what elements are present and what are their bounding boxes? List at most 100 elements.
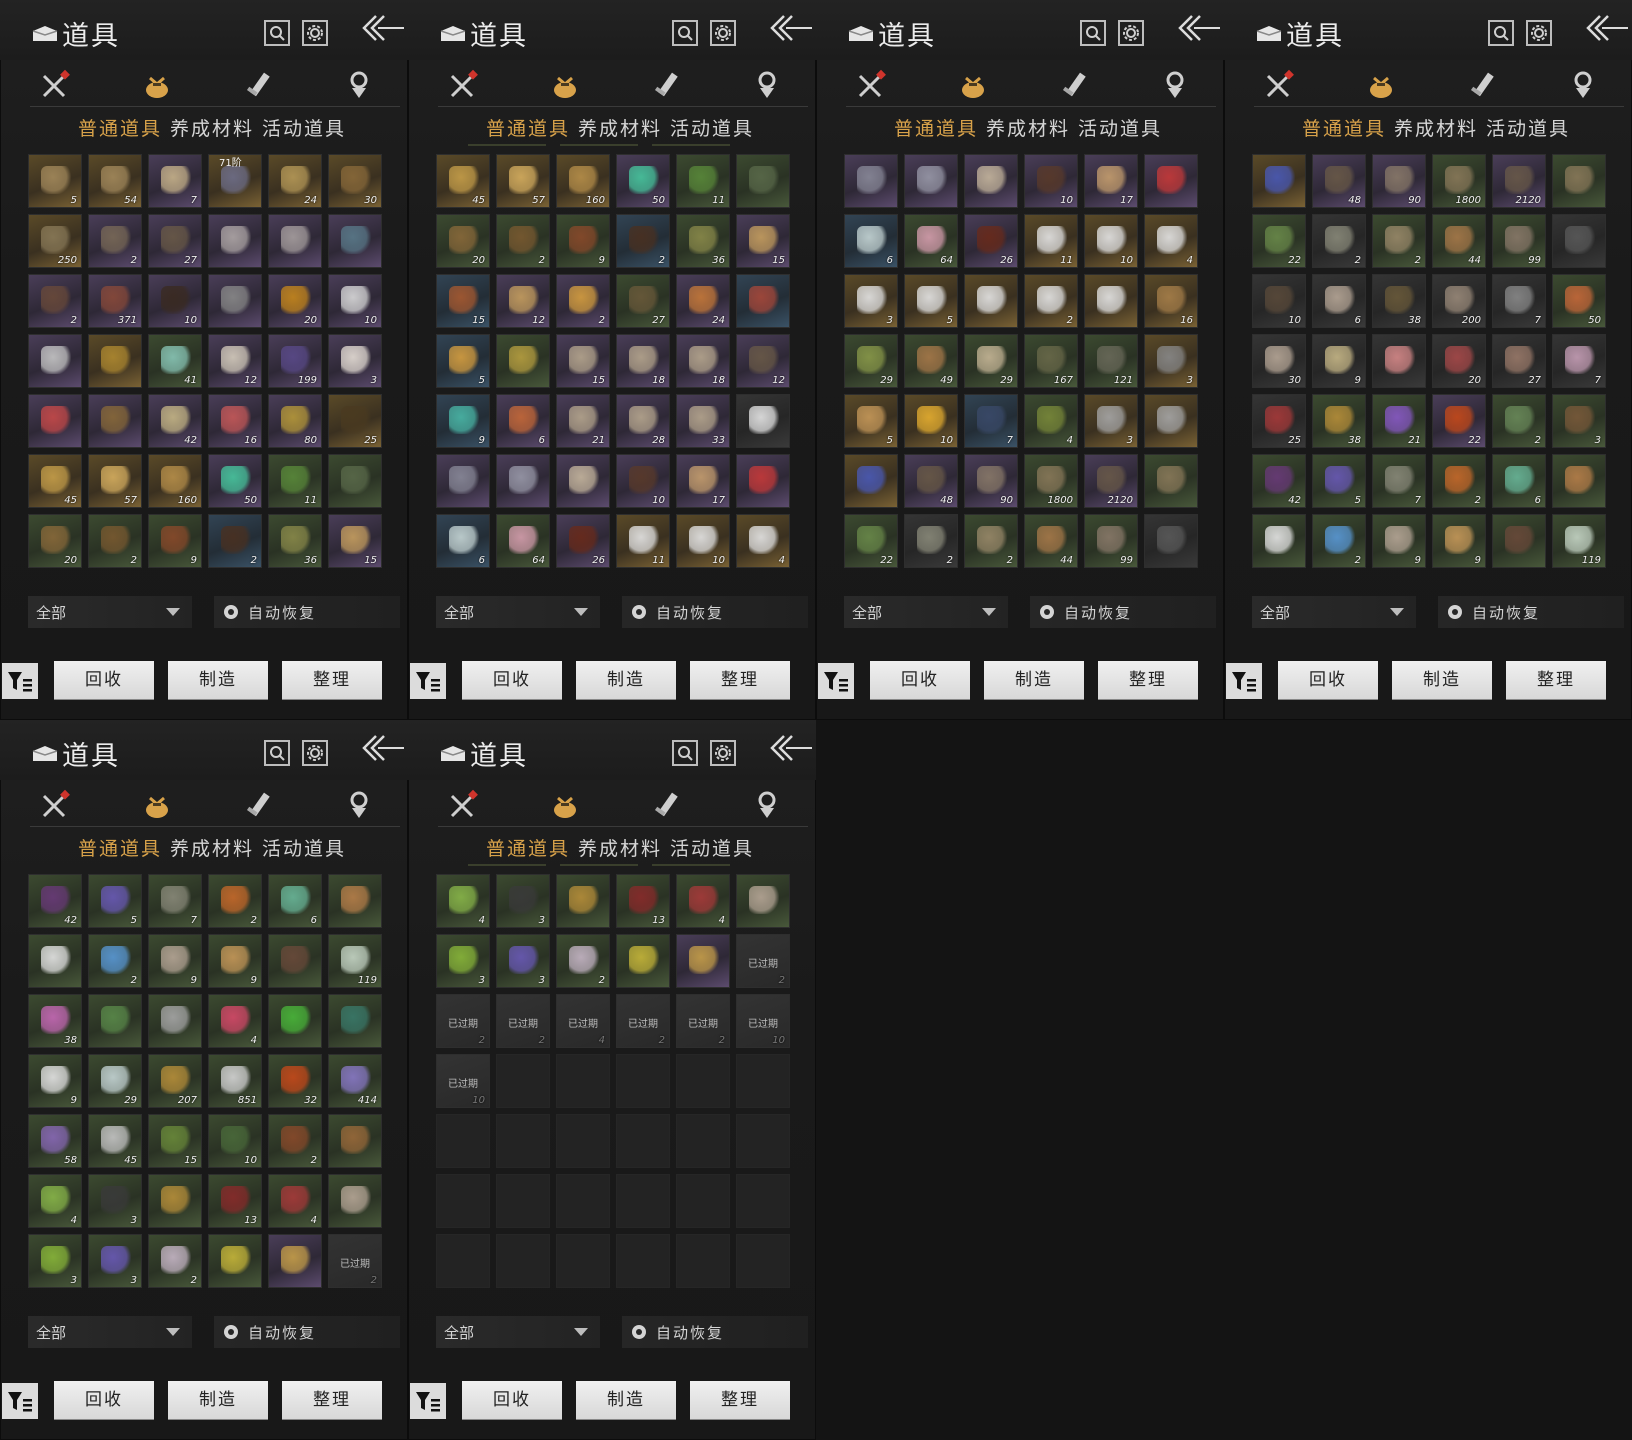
- item-slot[interactable]: 21: [1372, 394, 1426, 448]
- item-slot[interactable]: 71阶: [208, 154, 262, 208]
- item-slot[interactable]: 9: [1372, 514, 1426, 568]
- item-slot[interactable]: 49: [904, 334, 958, 388]
- tab-2[interactable]: 活动道具: [670, 114, 754, 141]
- item-slot[interactable]: 已过期 2: [328, 1234, 382, 1288]
- back-arrow-icon[interactable]: [1586, 12, 1630, 48]
- item-slot[interactable]: 27: [1492, 334, 1546, 388]
- item-slot[interactable]: 15: [556, 334, 610, 388]
- item-slot[interactable]: 10: [328, 274, 382, 328]
- item-slot[interactable]: 2: [148, 1234, 202, 1288]
- item-slot[interactable]: [268, 214, 322, 268]
- search-button[interactable]: [264, 20, 290, 46]
- item-slot[interactable]: 38: [28, 994, 82, 1048]
- item-slot[interactable]: 119: [328, 934, 382, 988]
- item-slot[interactable]: 2: [556, 274, 610, 328]
- item-slot[interactable]: [28, 334, 82, 388]
- item-slot[interactable]: 27: [148, 214, 202, 268]
- item-slot[interactable]: 48: [1312, 154, 1366, 208]
- item-slot[interactable]: 11: [268, 454, 322, 508]
- item-slot[interactable]: 10: [1084, 214, 1138, 268]
- item-slot[interactable]: 7: [1492, 274, 1546, 328]
- item-slot[interactable]: 24: [676, 274, 730, 328]
- item-slot[interactable]: 32: [268, 1054, 322, 1108]
- tab-2[interactable]: 活动道具: [262, 834, 346, 861]
- search-button[interactable]: [1080, 20, 1106, 46]
- item-slot[interactable]: 167: [1024, 334, 1078, 388]
- item-slot[interactable]: 199: [268, 334, 322, 388]
- category-filter-dropdown[interactable]: 全部: [436, 596, 600, 628]
- item-slot[interactable]: 3: [844, 274, 898, 328]
- item-slot[interactable]: 已过期 2: [736, 934, 790, 988]
- item-slot[interactable]: [328, 454, 382, 508]
- item-slot[interactable]: 2: [964, 514, 1018, 568]
- item-slot[interactable]: 42: [1252, 454, 1306, 508]
- sort-button[interactable]: 整理: [282, 1381, 382, 1419]
- item-slot[interactable]: 2: [268, 1114, 322, 1168]
- item-slot[interactable]: 10: [1024, 154, 1078, 208]
- item-slot[interactable]: 2: [556, 934, 610, 988]
- item-slot[interactable]: 90: [964, 454, 1018, 508]
- tab-0[interactable]: 普通道具: [486, 114, 570, 141]
- category-filter-dropdown[interactable]: 全部: [844, 596, 1008, 628]
- item-slot[interactable]: 6: [1492, 454, 1546, 508]
- tab-2[interactable]: 活动道具: [670, 834, 754, 861]
- gem-icon[interactable]: [342, 788, 376, 822]
- tab-1[interactable]: 养成材料: [170, 114, 254, 141]
- item-slot[interactable]: [208, 1234, 262, 1288]
- item-slot[interactable]: 7: [964, 394, 1018, 448]
- item-slot[interactable]: [148, 994, 202, 1048]
- item-slot[interactable]: 10: [208, 1114, 262, 1168]
- item-slot[interactable]: 5: [436, 334, 490, 388]
- gem-icon[interactable]: [342, 68, 376, 102]
- item-slot[interactable]: 10: [904, 394, 958, 448]
- item-slot[interactable]: [1552, 454, 1606, 508]
- item-slot[interactable]: 20: [1432, 334, 1486, 388]
- tab-1[interactable]: 养成材料: [1394, 114, 1478, 141]
- item-slot[interactable]: [328, 1114, 382, 1168]
- item-slot[interactable]: 16: [1144, 274, 1198, 328]
- item-slot[interactable]: [28, 394, 82, 448]
- item-slot[interactable]: 119: [1552, 514, 1606, 568]
- item-slot[interactable]: 414: [328, 1054, 382, 1108]
- item-slot[interactable]: 200: [1432, 274, 1486, 328]
- auto-restore-toggle[interactable]: 自动恢复: [622, 1316, 808, 1348]
- item-slot[interactable]: 21: [556, 394, 610, 448]
- item-bag-icon[interactable]: [140, 68, 174, 102]
- item-slot[interactable]: 5: [88, 874, 142, 928]
- tab-1[interactable]: 养成材料: [578, 114, 662, 141]
- item-slot[interactable]: 54: [88, 154, 142, 208]
- tab-2[interactable]: 活动道具: [262, 114, 346, 141]
- search-button[interactable]: [264, 740, 290, 766]
- item-slot[interactable]: 4: [268, 1174, 322, 1228]
- item-slot[interactable]: [1144, 514, 1198, 568]
- item-slot[interactable]: 15: [436, 274, 490, 328]
- item-slot[interactable]: 2: [1432, 454, 1486, 508]
- item-slot[interactable]: [1372, 334, 1426, 388]
- category-filter-dropdown[interactable]: 全部: [436, 1316, 600, 1348]
- craft-button[interactable]: 制造: [168, 661, 268, 699]
- sort-filter-button[interactable]: [1226, 663, 1262, 699]
- sort-button[interactable]: 整理: [1506, 661, 1606, 699]
- item-slot[interactable]: 3: [496, 934, 550, 988]
- item-slot[interactable]: [268, 994, 322, 1048]
- item-slot[interactable]: 6: [496, 394, 550, 448]
- item-slot[interactable]: 3: [1552, 394, 1606, 448]
- item-slot[interactable]: 3: [88, 1234, 142, 1288]
- item-slot[interactable]: 2: [1312, 214, 1366, 268]
- item-slot[interactable]: 已过期 10: [436, 1054, 490, 1108]
- item-slot[interactable]: [328, 214, 382, 268]
- item-slot[interactable]: 17: [1084, 154, 1138, 208]
- item-slot[interactable]: 160: [556, 154, 610, 208]
- item-slot[interactable]: 9: [148, 514, 202, 568]
- recycle-button[interactable]: 回收: [462, 661, 562, 699]
- scroll-icon[interactable]: [242, 68, 276, 102]
- tab-0[interactable]: 普通道具: [78, 114, 162, 141]
- tab-1[interactable]: 养成材料: [170, 834, 254, 861]
- item-slot[interactable]: 9: [556, 214, 610, 268]
- back-arrow-icon[interactable]: [770, 732, 814, 768]
- sort-button[interactable]: 整理: [282, 661, 382, 699]
- item-slot[interactable]: [208, 214, 262, 268]
- item-slot[interactable]: 6: [436, 514, 490, 568]
- weapon-icon[interactable]: [854, 68, 888, 102]
- item-slot[interactable]: 25: [1252, 394, 1306, 448]
